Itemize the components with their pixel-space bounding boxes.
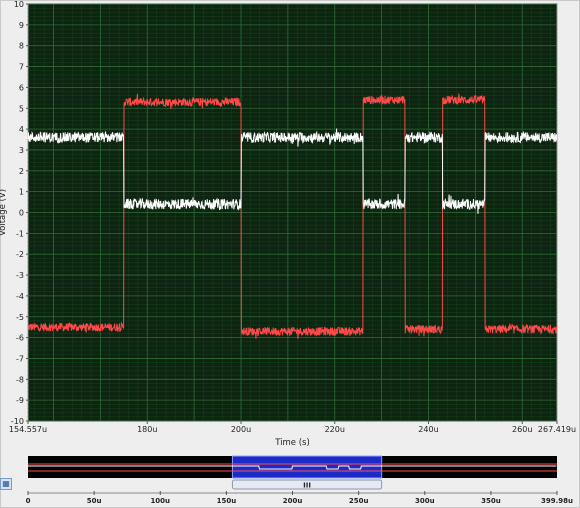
- overview-visible-window[interactable]: [231, 455, 383, 479]
- overview-tick-label: 50u: [87, 497, 102, 505]
- overview-tick-label: 399.98u: [541, 497, 573, 505]
- overview-axis: 0 50u 100u 150u 200u 250u 300u 350u 399.98u: [26, 491, 573, 505]
- overview-navigator[interactable]: 0 50u 100u 150u 200u 250u 300u 350u 399.98u III: [0, 0, 580, 508]
- overview-tick-label: 300u: [415, 497, 435, 505]
- overview-tick-label: 150u: [217, 497, 237, 505]
- overview-tick-label: 350u: [481, 497, 501, 505]
- scrollbar-thumb[interactable]: III: [231, 479, 383, 490]
- resize-icon[interactable]: ▦: [0, 478, 12, 490]
- overview-tick-label: 250u: [349, 497, 369, 505]
- overview-tick-label: 0: [26, 497, 31, 505]
- overview-tick-label: 200u: [283, 497, 303, 505]
- overview-tick-label: 100u: [150, 497, 170, 505]
- scrollbar-grip: III: [303, 482, 311, 490]
